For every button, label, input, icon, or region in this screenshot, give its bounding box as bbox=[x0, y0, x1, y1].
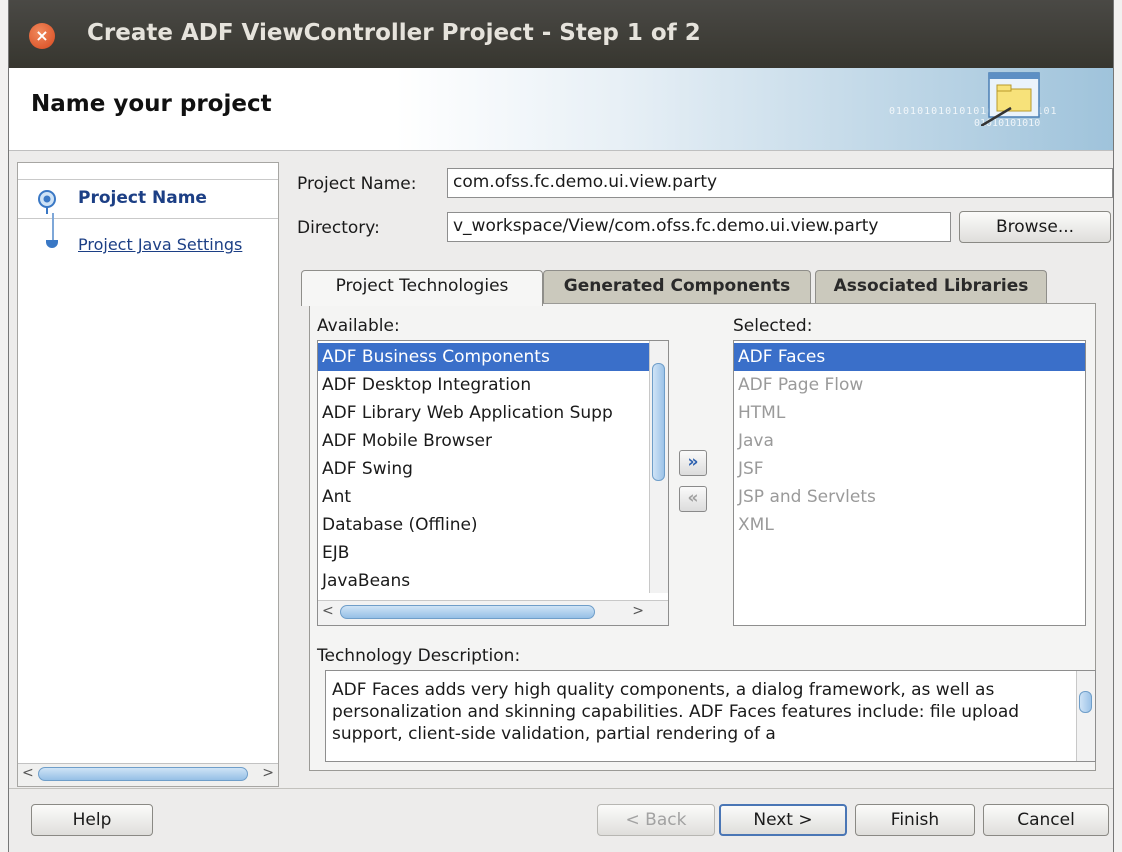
tab-project-technologies[interactable]: Project Technologies bbox=[301, 270, 543, 306]
available-list-item[interactable]: ADF Library Web Application Supp bbox=[318, 399, 652, 427]
next-button[interactable]: Next > bbox=[719, 804, 847, 836]
remove-selected-button[interactable]: « bbox=[679, 486, 707, 512]
selected-list-item[interactable]: JSF bbox=[734, 455, 1085, 483]
available-list-item[interactable]: ADF Desktop Integration bbox=[318, 371, 652, 399]
wizard-header: Name your project 0101010101010101010101… bbox=[9, 68, 1113, 151]
technology-description-text: ADF Faces adds very high quality compone… bbox=[332, 680, 1020, 744]
tab-generated-components[interactable]: Generated Components bbox=[543, 270, 811, 304]
technology-description: ADF Faces adds very high quality compone… bbox=[325, 670, 1096, 762]
sidebar-item-label: Project Name bbox=[78, 188, 207, 208]
selected-list-item[interactable]: ADF Faces bbox=[734, 343, 1085, 371]
scrollbar-thumb[interactable] bbox=[1079, 691, 1092, 713]
add-selected-button[interactable]: » bbox=[679, 450, 707, 476]
available-list-item[interactable]: JavaBeans bbox=[318, 567, 652, 595]
scroll-left-icon[interactable]: < bbox=[22, 765, 34, 781]
available-list-item[interactable]: ADF Mobile Browser bbox=[318, 427, 652, 455]
project-name-label: Project Name: bbox=[297, 174, 417, 194]
back-button[interactable]: < Back bbox=[597, 804, 715, 836]
footer-divider bbox=[9, 788, 1113, 789]
available-label: Available: bbox=[317, 316, 400, 336]
cancel-button[interactable]: Cancel bbox=[983, 804, 1109, 836]
close-icon[interactable]: × bbox=[29, 23, 55, 49]
selected-list-item[interactable]: XML bbox=[734, 511, 1085, 539]
tab-associated-libraries[interactable]: Associated Libraries bbox=[815, 270, 1047, 304]
available-horizontal-scrollbar[interactable]: < > bbox=[318, 600, 668, 625]
directory-label: Directory: bbox=[297, 218, 380, 238]
available-list-item[interactable]: EJB bbox=[318, 539, 652, 567]
wizard-window: × Create ADF ViewController Project - St… bbox=[8, 0, 1114, 852]
scroll-right-icon[interactable]: > bbox=[262, 765, 274, 781]
scrollbar-thumb[interactable] bbox=[652, 363, 665, 481]
available-list-item[interactable]: Database (Offline) bbox=[318, 511, 652, 539]
step-connector bbox=[52, 213, 54, 241]
selected-list-item[interactable]: ADF Page Flow bbox=[734, 371, 1085, 399]
technology-description-label: Technology Description: bbox=[317, 646, 521, 666]
description-vertical-scrollbar[interactable] bbox=[1076, 671, 1095, 761]
selected-list[interactable]: ADF Faces ADF Page Flow HTML Java JSF JSP and… bbox=[733, 340, 1086, 626]
available-list-item[interactable]: Ant bbox=[318, 483, 652, 511]
selected-list-item[interactable]: JSP and Servlets bbox=[734, 483, 1085, 511]
active-step-icon bbox=[38, 190, 56, 214]
scrollbar-thumb[interactable] bbox=[38, 767, 248, 781]
help-button[interactable]: Help bbox=[31, 804, 153, 836]
selected-label: Selected: bbox=[733, 316, 813, 336]
project-name-input[interactable]: com.ofss.fc.demo.ui.view.party bbox=[447, 168, 1113, 198]
sidebar-item-project-name[interactable]: Project Name bbox=[18, 179, 278, 219]
title-bar: × Create ADF ViewController Project - St… bbox=[9, 0, 1113, 68]
available-items: ADF Business Components ADF Desktop Integ… bbox=[318, 343, 652, 623]
scroll-left-icon[interactable]: < bbox=[322, 603, 334, 619]
folder-window-icon bbox=[981, 72, 1040, 126]
page-title: Name your project bbox=[31, 91, 272, 117]
available-list-item[interactable]: ADF Business Components bbox=[318, 343, 652, 371]
selected-list-item[interactable]: HTML bbox=[734, 399, 1085, 427]
browse-button[interactable]: Browse... bbox=[959, 211, 1111, 243]
window-title: Create ADF ViewController Project - Step… bbox=[87, 20, 701, 46]
scroll-right-icon[interactable]: > bbox=[632, 603, 644, 619]
finish-button[interactable]: Finish bbox=[855, 804, 975, 836]
directory-input[interactable]: v_workspace/View/com.ofss.fc.demo.ui.vie… bbox=[447, 212, 951, 242]
sidebar-horizontal-scrollbar[interactable]: < > bbox=[18, 763, 278, 786]
sidebar-item-project-java-settings[interactable]: Project Java Settings bbox=[78, 235, 242, 254]
wizard-steps-panel: Project Name Project Java Settings < > bbox=[17, 162, 279, 787]
selected-list-item[interactable]: Java bbox=[734, 427, 1085, 455]
selected-items: ADF Faces ADF Page Flow HTML Java JSF JSP and… bbox=[734, 343, 1085, 539]
step-dot-icon bbox=[46, 240, 58, 248]
available-vertical-scrollbar[interactable] bbox=[649, 341, 668, 593]
available-list-item[interactable]: ADF Swing bbox=[318, 455, 652, 483]
available-list[interactable]: ADF Business Components ADF Desktop Integ… bbox=[317, 340, 669, 626]
scrollbar-thumb[interactable] bbox=[340, 605, 595, 619]
